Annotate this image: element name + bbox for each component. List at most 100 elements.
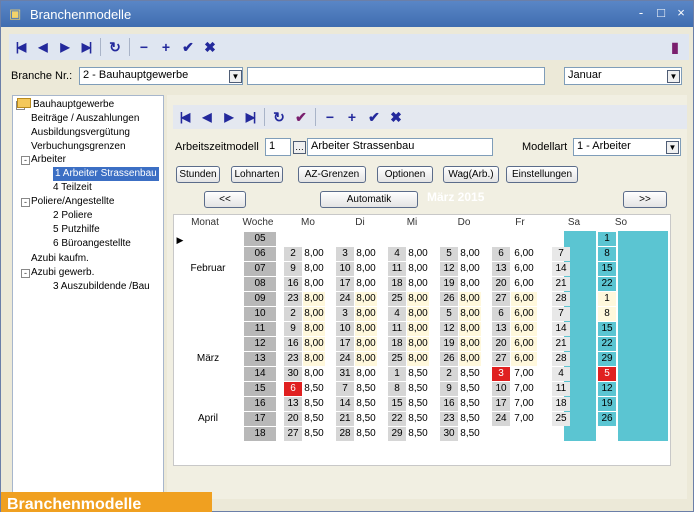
first-record-icon[interactable]: |◀ [9, 36, 31, 58]
hours-cell[interactable]: 8,00 [407, 337, 429, 351]
day-number-cell[interactable]: 26 [440, 352, 458, 366]
hours-cell[interactable]: 6,00 [511, 292, 537, 306]
tree-item-azubi-kaufm[interactable]: Azubi kaufm. [31, 252, 89, 266]
confirm-icon[interactable]: ✔ [177, 36, 199, 58]
day-number-cell[interactable]: 12 [440, 262, 458, 276]
hours-cell[interactable]: 8,00 [303, 262, 325, 276]
tree-expander-icon[interactable]: - [21, 198, 30, 207]
day-number-cell[interactable]: 12 [598, 382, 616, 396]
hours-cell[interactable]: 8,00 [459, 322, 481, 336]
day-number-cell[interactable]: 3 [492, 367, 510, 381]
day-number-cell[interactable]: 6 [284, 382, 302, 396]
day-number-cell[interactable]: 12 [440, 322, 458, 336]
day-number-cell[interactable]: 11 [388, 322, 406, 336]
day-number-cell[interactable]: 22 [598, 337, 616, 351]
hours-cell[interactable]: 8,50 [407, 397, 429, 411]
branche-name-field[interactable] [247, 67, 545, 85]
tree-item-3-auszubildende-bau[interactable]: 3 Auszubildende /Bau [53, 280, 150, 294]
hours-cell[interactable]: 8,00 [303, 337, 325, 351]
last-record-icon[interactable]: ▶| [239, 106, 261, 128]
hours-cell[interactable]: 8,00 [407, 247, 429, 261]
day-number-cell[interactable]: 31 [336, 367, 354, 381]
hours-cell[interactable]: 8,50 [459, 367, 481, 381]
delete-icon[interactable]: − [319, 106, 341, 128]
tree-expander-icon[interactable]: - [21, 269, 30, 278]
day-number-cell[interactable]: 10 [336, 262, 354, 276]
day-number-cell[interactable]: 26 [440, 292, 458, 306]
hours-cell[interactable]: 8,50 [407, 412, 429, 426]
day-number-cell[interactable]: 13 [492, 322, 510, 336]
day-number-cell[interactable]: 15 [598, 262, 616, 276]
day-number-cell[interactable]: 2 [284, 247, 302, 261]
day-number-cell[interactable]: 9 [284, 262, 302, 276]
hours-cell[interactable]: 8,50 [303, 412, 325, 426]
hours-cell[interactable]: 8,50 [459, 397, 481, 411]
day-number-cell[interactable]: 5 [440, 307, 458, 321]
hours-cell[interactable]: 6,00 [511, 322, 537, 336]
tree-item-1-arbeiter-strassenbau[interactable]: 1 Arbeiter Strassenbau [53, 167, 159, 181]
day-number-cell[interactable]: 15 [388, 397, 406, 411]
hours-cell[interactable]: 8,00 [459, 262, 481, 276]
hours-cell[interactable]: 8,00 [303, 247, 325, 261]
hours-cell[interactable]: 8,00 [407, 262, 429, 276]
exit-icon[interactable]: ▮ [664, 36, 686, 58]
branche-select[interactable]: 2 - Bauhauptgewerbe [79, 67, 243, 85]
day-number-cell[interactable]: 27 [284, 427, 302, 441]
hours-cell[interactable]: 8,00 [355, 247, 377, 261]
day-number-cell[interactable]: 18 [388, 337, 406, 351]
day-number-cell[interactable]: 23 [440, 412, 458, 426]
day-number-cell[interactable]: 5 [598, 367, 616, 381]
day-number-cell[interactable]: 8 [598, 247, 616, 261]
hours-cell[interactable]: 8,50 [459, 427, 481, 441]
day-number-cell[interactable]: 24 [492, 412, 510, 426]
day-number-cell[interactable]: 20 [284, 412, 302, 426]
tree-item-poliere-angestellte[interactable]: Poliere/Angestellte [31, 195, 114, 209]
maximize-button[interactable]: □ [651, 4, 671, 22]
hours-cell[interactable]: 8,00 [459, 292, 481, 306]
day-number-cell[interactable]: 26 [598, 412, 616, 426]
hours-cell[interactable]: 8,00 [355, 262, 377, 276]
delete-icon[interactable]: − [133, 36, 155, 58]
next-record-icon[interactable]: ▶ [53, 36, 75, 58]
next-record-icon[interactable]: ▶ [217, 106, 239, 128]
last-record-icon[interactable]: ▶| [75, 36, 97, 58]
hours-cell[interactable]: 8,00 [407, 307, 429, 321]
hours-cell[interactable]: 6,00 [511, 277, 537, 291]
day-number-cell[interactable]: 9 [440, 382, 458, 396]
hours-cell[interactable]: 8,50 [407, 367, 429, 381]
day-number-cell[interactable]: 10 [336, 322, 354, 336]
day-number-cell[interactable]: 16 [284, 277, 302, 291]
hours-cell[interactable]: 8,00 [459, 307, 481, 321]
day-number-cell[interactable]: 11 [388, 262, 406, 276]
az-model-name-field[interactable]: Arbeiter Strassenbau [307, 138, 493, 156]
add-icon[interactable]: + [341, 106, 363, 128]
day-number-cell[interactable]: 1 [388, 367, 406, 381]
hours-cell[interactable]: 8,00 [355, 322, 377, 336]
day-number-cell[interactable]: 4 [388, 247, 406, 261]
automatik-button[interactable]: Automatik [320, 191, 418, 208]
day-number-cell[interactable]: 13 [492, 262, 510, 276]
cancel-icon[interactable]: ✖ [199, 36, 221, 58]
tab-wag-arb[interactable]: Wag(Arb.) [443, 166, 499, 183]
tab-stunden[interactable]: Stunden [176, 166, 220, 183]
hours-cell[interactable]: 8,00 [407, 322, 429, 336]
first-record-icon[interactable]: |◀ [173, 106, 195, 128]
day-number-cell[interactable]: 25 [552, 412, 570, 426]
day-number-cell[interactable]: 2 [440, 367, 458, 381]
day-number-cell[interactable]: 4 [388, 307, 406, 321]
day-number-cell[interactable]: 28 [552, 292, 570, 306]
hours-cell[interactable]: 8,00 [355, 367, 377, 381]
previous-record-icon[interactable]: ◀ [195, 106, 217, 128]
day-number-cell[interactable]: 18 [388, 277, 406, 291]
day-number-cell[interactable]: 30 [284, 367, 302, 381]
day-number-cell[interactable]: 24 [336, 352, 354, 366]
refresh-icon[interactable]: ↻ [268, 106, 290, 128]
model-type-select[interactable]: 1 - Arbeiter [573, 138, 681, 156]
day-number-cell[interactable]: 7 [336, 382, 354, 396]
next-month-button[interactable]: >> [623, 191, 667, 208]
hours-cell[interactable]: 8,00 [459, 277, 481, 291]
day-number-cell[interactable]: 21 [336, 412, 354, 426]
day-number-cell[interactable]: 19 [440, 277, 458, 291]
day-number-cell[interactable]: 5 [440, 247, 458, 261]
tab-az-grenzen[interactable]: AZ-Grenzen [298, 166, 366, 183]
